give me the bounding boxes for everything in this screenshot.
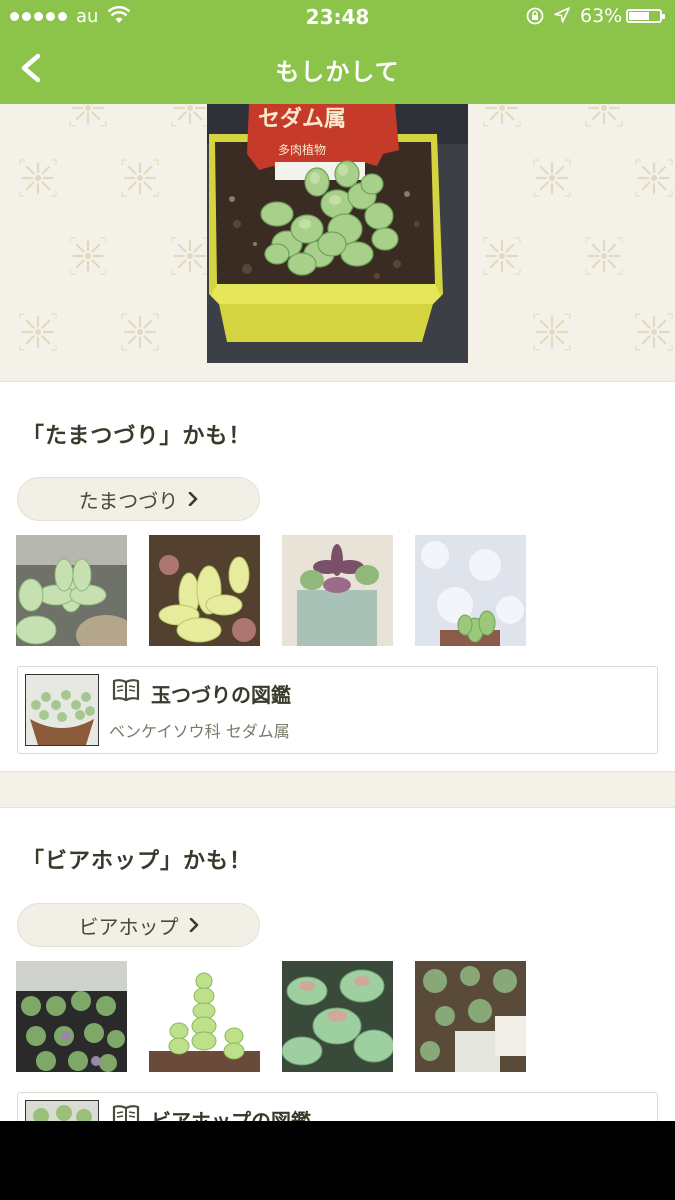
thumbnail-photo[interactable] (149, 535, 260, 646)
uploaded-photo-area: セダム属 多肉植物 (0, 104, 675, 382)
chevron-right-icon (188, 492, 198, 506)
thumbnail-photo[interactable] (282, 535, 393, 646)
plant-name-button[interactable]: ビアホップ (17, 903, 260, 947)
clock: 23:48 (305, 5, 370, 29)
result-section-2: 「ビアホップ」かも！ ビアホップ ビアホップの図鑑 (0, 808, 675, 1180)
photo-thumbnails (16, 535, 526, 646)
navigation-bar: au 23:48 63% もしかして (0, 0, 675, 104)
thumbnail-photo[interactable] (16, 535, 127, 646)
result-heading: 「ビアホップ」かも！ (22, 849, 253, 874)
chevron-right-icon (189, 918, 198, 932)
thumbnail-photo[interactable] (415, 961, 526, 1072)
result-section-1: 「たまつづり」かも！ たまつづり 玉つづりの図鑑 ベンケイソウ科 セダム属 (0, 382, 675, 771)
thumbnail-photo[interactable] (149, 961, 260, 1072)
thumbnail-photo[interactable] (415, 535, 526, 646)
plant-photo: セダム属 多肉植物 (207, 104, 468, 363)
section-divider (0, 771, 675, 808)
encyclopedia-thumbnail (25, 674, 99, 746)
encyclopedia-subtitle: ベンケイソウ科 セダム属 (109, 722, 290, 741)
plant-name-label: ビアホップ (78, 914, 179, 939)
screen-bottom-bar (0, 1121, 675, 1200)
location-arrow-icon (554, 7, 570, 23)
photo-thumbnails (16, 961, 526, 1072)
encyclopedia-title: 玉つづりの図鑑 (151, 683, 291, 707)
book-icon (112, 679, 140, 702)
page-title: もしかして (275, 58, 400, 86)
encyclopedia-link-card[interactable]: 玉つづりの図鑑 ベンケイソウ科 セダム属 (17, 666, 658, 754)
status-bar: au 23:48 63% (0, 0, 675, 36)
result-heading: 「たまつづり」かも！ (22, 424, 252, 449)
battery-percentage: 63% (580, 5, 623, 27)
photo-tag-text: セダム属 (258, 106, 346, 132)
thumbnail-photo[interactable] (282, 961, 393, 1072)
rotation-lock-icon (526, 7, 544, 25)
photo-tag-subtext: 多肉植物 (278, 142, 326, 157)
plant-name-button[interactable]: たまつづり (17, 477, 260, 521)
battery-icon (626, 9, 665, 23)
thumbnail-photo[interactable] (16, 961, 127, 1072)
plant-name-label: たまつづり (78, 488, 179, 513)
